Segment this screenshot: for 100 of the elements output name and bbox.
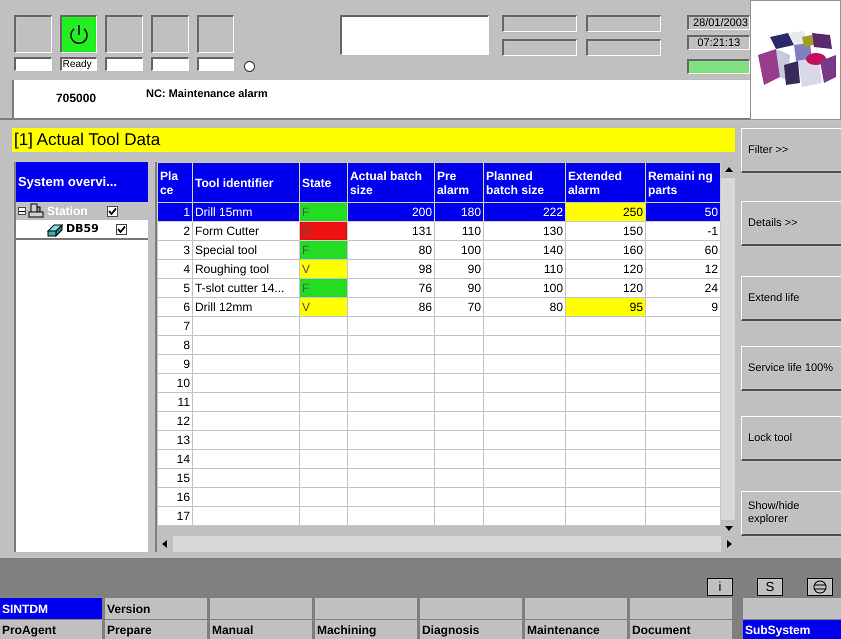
state-cell: V (300, 298, 348, 316)
side-softkey[interactable]: Details >> (741, 201, 841, 246)
table-row[interactable]: 9 (158, 354, 720, 374)
state-cell (300, 468, 348, 488)
softkey[interactable]: Machining (315, 620, 417, 639)
page-title: [1] Actual Tool Data (12, 128, 735, 152)
state-cell: F (300, 240, 348, 260)
table-row[interactable]: 11 (158, 392, 720, 412)
table-row[interactable]: 2 Form Cutter G 131 110 130 150 -1 (158, 222, 720, 240)
icon-key[interactable]: S (757, 578, 783, 596)
table-cell: 16 (158, 488, 192, 506)
table-cell: T-slot cutter 14... (192, 278, 300, 298)
table-cell: 17 (158, 506, 192, 526)
table-cell: 90 (434, 278, 484, 298)
table-cell: 2 (158, 222, 192, 240)
device-icon (46, 221, 64, 237)
tree-item[interactable]: DB59 (16, 220, 148, 238)
table-cell (434, 392, 484, 412)
column-header[interactable]: Extended alarm (566, 162, 646, 202)
table-cell (434, 336, 484, 354)
table-cell: 11 (158, 392, 192, 412)
table-cell (434, 506, 484, 526)
table-row[interactable]: 7 (158, 316, 720, 336)
side-softkey[interactable]: Show/hide explorer (741, 491, 841, 536)
softkey[interactable]: Document (630, 620, 732, 639)
machine-icon (28, 203, 44, 219)
table-cell: Drill 15mm (192, 202, 300, 222)
table-cell (434, 412, 484, 430)
side-softkey[interactable]: Service life 100% (741, 346, 841, 391)
table-row[interactable]: 3 Special tool F 80 100 140 160 60 (158, 240, 720, 260)
checkbox[interactable] (116, 224, 127, 234)
state-cell (300, 354, 348, 374)
state-cell: F (300, 278, 348, 298)
state-cell: G (300, 222, 348, 240)
softkey[interactable]: Diagnosis (420, 620, 522, 639)
icon-key[interactable]: i (707, 578, 733, 596)
status-label (196, 57, 234, 71)
alarm-number: 705000 (56, 90, 98, 107)
table-cell: 4 (158, 260, 192, 278)
softkey[interactable]: Maintenance (525, 620, 627, 639)
column-header[interactable]: Remaini ng parts (646, 162, 720, 202)
state-cell: F (300, 202, 348, 222)
table-cell: 50 (646, 202, 720, 222)
table-cell (434, 450, 484, 468)
table-cell (434, 316, 484, 336)
table-row[interactable]: 17 (158, 506, 720, 526)
collapse-icon[interactable] (18, 207, 26, 215)
table-row[interactable]: 6 Drill 12mm V 86 70 80 95 9 (158, 298, 720, 316)
state-cell (300, 430, 348, 450)
status-label: Ready (60, 57, 98, 71)
table-cell: 3 (158, 240, 192, 260)
side-softkey[interactable]: Extend life (741, 276, 841, 321)
table-row[interactable]: 13 (158, 430, 720, 450)
table-row[interactable]: 16 (158, 488, 720, 506)
status-label (105, 57, 144, 71)
softkey[interactable]: ProAgent (0, 620, 102, 639)
table-row[interactable]: 14 (158, 450, 720, 468)
table-cell: 9 (158, 354, 192, 374)
table-cell: 80 (348, 240, 434, 260)
softkey[interactable]: SubSystem (743, 620, 841, 639)
table-cell: 10 (158, 374, 192, 392)
softkey[interactable]: Prepare (105, 620, 207, 639)
softkey[interactable]: Manual (210, 620, 312, 639)
side-softkey[interactable]: Filter >> (741, 128, 841, 173)
checkbox[interactable] (107, 206, 118, 216)
table-cell: 5 (158, 278, 192, 298)
table-row[interactable]: 10 (158, 374, 720, 392)
column-header[interactable]: Pre alarm (434, 162, 484, 202)
table-cell (434, 374, 484, 392)
column-header[interactable]: Tool identifier (192, 162, 300, 202)
globe-icon (813, 580, 827, 594)
table-cell: 160 (566, 240, 646, 260)
table-cell: 95 (566, 298, 646, 316)
table-cell: 130 (484, 222, 566, 240)
side-softkey[interactable]: Lock tool (741, 416, 841, 461)
column-header[interactable]: State (300, 162, 348, 202)
table-cell: 120 (566, 260, 646, 278)
table-cell: 100 (434, 240, 484, 260)
table-cell: Roughing tool (192, 260, 300, 278)
column-header[interactable]: Pla ce (158, 162, 192, 202)
table-cell: 70 (434, 298, 484, 316)
table-row[interactable]: 1 Drill 15mm F 200 180 222 250 50 (158, 202, 720, 222)
softkey[interactable]: SINTDM (0, 598, 102, 619)
horizontal-scrollbar[interactable] (157, 536, 737, 552)
table-cell: 12 (158, 412, 192, 430)
state-cell: V (300, 260, 348, 278)
table-row[interactable]: 15 (158, 468, 720, 488)
softkey[interactable]: Version (105, 598, 207, 619)
table-row[interactable]: 5 T-slot cutter 14... F 76 90 100 120 24 (158, 278, 720, 298)
table-row[interactable]: 8 (158, 336, 720, 354)
table-cell: 250 (566, 202, 646, 222)
table-row[interactable]: 4 Roughing tool V 98 90 110 120 12 (158, 260, 720, 278)
state-cell (300, 336, 348, 354)
column-header[interactable]: Actual batch size (348, 162, 434, 202)
table-cell: 7 (158, 316, 192, 336)
table-cell (434, 468, 484, 488)
state-cell (300, 506, 348, 526)
table-row[interactable]: 12 (158, 412, 720, 430)
globe-key[interactable] (807, 578, 833, 596)
column-header[interactable]: Planned batch size (484, 162, 566, 202)
